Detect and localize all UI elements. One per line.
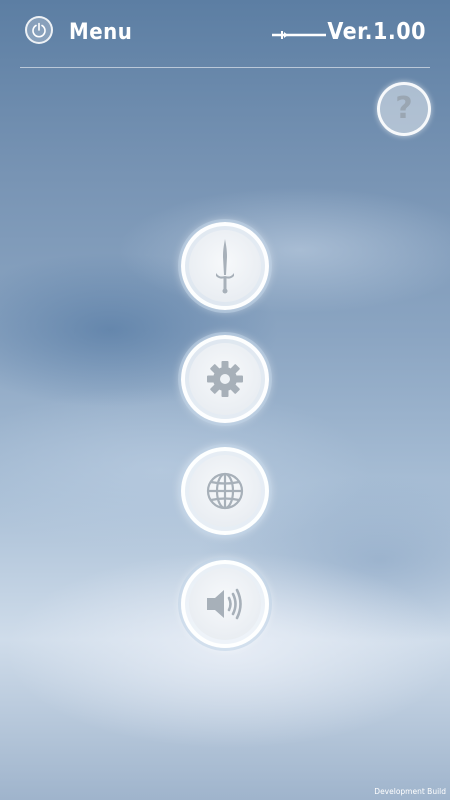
settings-button-face	[189, 343, 261, 415]
help-button[interactable]: ?	[377, 82, 431, 136]
menu-title: Menu	[69, 20, 133, 45]
gear-icon	[207, 361, 243, 397]
battle-button[interactable]	[181, 222, 269, 310]
speaker-icon	[207, 588, 242, 620]
power-icon	[32, 22, 46, 38]
sword-icon	[272, 31, 326, 39]
sound-button-face	[189, 568, 261, 640]
top-bar: Menu Ver.1.00	[20, 0, 430, 68]
dagger-icon	[216, 239, 234, 294]
sound-button[interactable]	[181, 560, 269, 648]
development-build-label: Development Build	[374, 787, 446, 796]
language-button[interactable]	[181, 447, 269, 535]
settings-button[interactable]	[181, 335, 269, 423]
version-label: Ver.1.00	[327, 19, 426, 45]
globe-icon	[206, 472, 244, 510]
language-button-face	[189, 455, 261, 527]
power-button[interactable]	[25, 16, 53, 44]
help-question-icon: ?	[395, 91, 413, 126]
battle-button-face	[189, 230, 261, 302]
